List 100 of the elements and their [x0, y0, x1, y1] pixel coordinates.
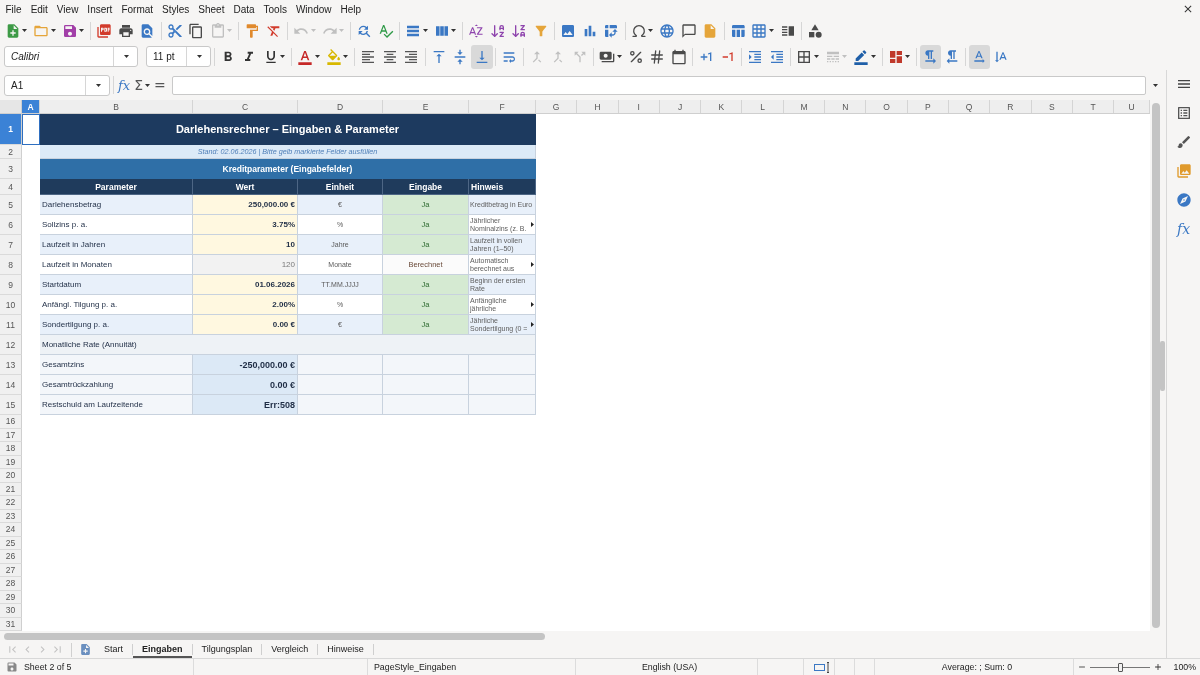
column-header[interactable]: A [22, 100, 40, 113]
caret-icon [870, 55, 876, 58]
row-header[interactable]: 10 [0, 295, 22, 315]
parameter-cell: Laufzeit in Jahren [40, 235, 193, 255]
result-value-cell: Err:508 [193, 395, 298, 415]
caret-icon [451, 29, 457, 32]
section-header-cell: Kreditparameter (Eingabefelder) [40, 159, 536, 179]
font-name-combobox[interactable]: Calibri [4, 46, 138, 67]
row-header[interactable]: 24 [0, 523, 22, 537]
menu-item[interactable]: Help [336, 0, 366, 18]
row-header[interactable]: 18 [0, 442, 22, 456]
row-header[interactable]: 22 [0, 496, 22, 510]
menu-item[interactable]: Insert [82, 0, 117, 18]
menu-item[interactable]: Styles [157, 0, 194, 18]
menu-item[interactable]: Tools [259, 0, 292, 18]
sheet-tab[interactable]: Hinweise [318, 642, 373, 658]
scissors-icon [166, 22, 183, 39]
font-size-combobox[interactable]: 11 pt [146, 46, 211, 67]
row-header[interactable]: 20 [0, 469, 22, 483]
row-header[interactable]: 26 [0, 550, 22, 564]
value-cell: 0.00 € [193, 315, 298, 335]
row-header[interactable]: 3 [0, 159, 22, 179]
sort-icon [468, 22, 485, 39]
align-right-icon [403, 48, 420, 65]
sum-button[interactable]: Σ [132, 75, 152, 95]
new-sheet-button[interactable] [78, 641, 93, 658]
row-header[interactable]: 6 [0, 215, 22, 235]
formula-button[interactable]: = [152, 75, 168, 95]
caret-icon [50, 29, 56, 32]
selection-summary-text: Average: ; Sum: 0 [941, 662, 1013, 672]
align-bottom-button[interactable] [471, 44, 493, 69]
menu-item[interactable]: Format [116, 0, 158, 18]
sidebar-handle[interactable] [1160, 340, 1165, 391]
slider-thumb[interactable] [1117, 662, 1123, 672]
left-to-right-button[interactable] [919, 44, 941, 69]
navigator-button[interactable] [1175, 192, 1192, 208]
result-value-cell: -250,000.00 € [193, 355, 298, 375]
speech-bubble-icon [680, 22, 697, 39]
menu-item[interactable]: View [52, 0, 83, 18]
sheet-tab[interactable]: Tilgungsplan [192, 642, 262, 658]
dashboard-icon [887, 48, 904, 65]
menu-item[interactable]: File [1, 0, 27, 18]
text-horizontal-button[interactable] [968, 44, 990, 69]
align-center-icon [381, 48, 398, 65]
sheet-position-text: Sheet 2 of 5 [24, 662, 72, 672]
row-header[interactable]: 13 [0, 355, 22, 375]
clipboard-icon [209, 22, 226, 39]
value-cell: 01.06.2026 [193, 275, 298, 295]
styles-button[interactable] [1175, 134, 1192, 150]
value-cell: 120 [193, 255, 298, 275]
row-header[interactable]: 15 [0, 395, 22, 415]
caret-icon [123, 55, 129, 58]
selection-mode-icon [814, 661, 830, 673]
parameter-cell: Darlehensbetrag [40, 195, 193, 215]
caret-icon [768, 29, 774, 32]
row-header[interactable]: 14 [0, 375, 22, 395]
parameter-cell: Anfängl. Tilgung p. a. [40, 295, 193, 315]
header-cell: Parameter [40, 179, 193, 195]
functions-button[interactable]: fx [1176, 221, 1191, 237]
caret-icon [310, 29, 316, 32]
row-header[interactable]: 12 [0, 335, 22, 355]
formula-input[interactable] [171, 75, 1146, 95]
properties-button[interactable] [1175, 105, 1192, 121]
omega-icon [630, 22, 647, 39]
scrollbar-thumb[interactable] [1152, 103, 1160, 628]
caret-icon [1153, 83, 1158, 87]
grid-icon [751, 22, 768, 39]
row-header[interactable]: 16 [0, 415, 22, 429]
sheet-tab[interactable]: Start [95, 642, 132, 658]
cell-cursor [22, 114, 40, 145]
name-box[interactable]: A1 [4, 74, 110, 96]
row-header[interactable]: 11 [0, 315, 22, 335]
row-header[interactable]: 8 [0, 255, 22, 275]
row-header[interactable]: 4 [0, 179, 22, 195]
compass-icon [1175, 192, 1192, 208]
pictures-icon [1175, 163, 1192, 179]
printer-icon [117, 22, 134, 39]
close-button[interactable] [1182, 3, 1194, 15]
row-header[interactable]: 1 [0, 114, 22, 145]
row-header[interactable]: 7 [0, 235, 22, 255]
scrollbar-thumb[interactable] [4, 632, 545, 640]
row-header[interactable]: 28 [0, 577, 22, 591]
gallery-button[interactable] [1175, 163, 1192, 179]
pdf-icon [96, 22, 113, 39]
row-header[interactable]: 5 [0, 195, 22, 215]
function-wizard-button[interactable]: fx [116, 75, 133, 95]
menu-item[interactable]: Data [228, 0, 260, 18]
menu-item[interactable]: Window [291, 0, 336, 18]
menu-item[interactable]: Edit [26, 0, 53, 18]
sheet-tab[interactable]: Vergleich [262, 642, 318, 658]
sheet-tab[interactable]: Eingaben [133, 642, 192, 658]
header-cell: Eingabe [383, 179, 469, 195]
row-header[interactable]: 9 [0, 275, 22, 295]
menu-item[interactable]: Sheet [193, 0, 229, 18]
globe-icon [659, 22, 676, 39]
pivot-table-icon [603, 22, 620, 39]
caret-icon [196, 55, 202, 58]
row-header[interactable]: 30 [0, 604, 22, 618]
close-icon [1182, 3, 1194, 15]
row-header[interactable]: 2 [0, 145, 22, 159]
